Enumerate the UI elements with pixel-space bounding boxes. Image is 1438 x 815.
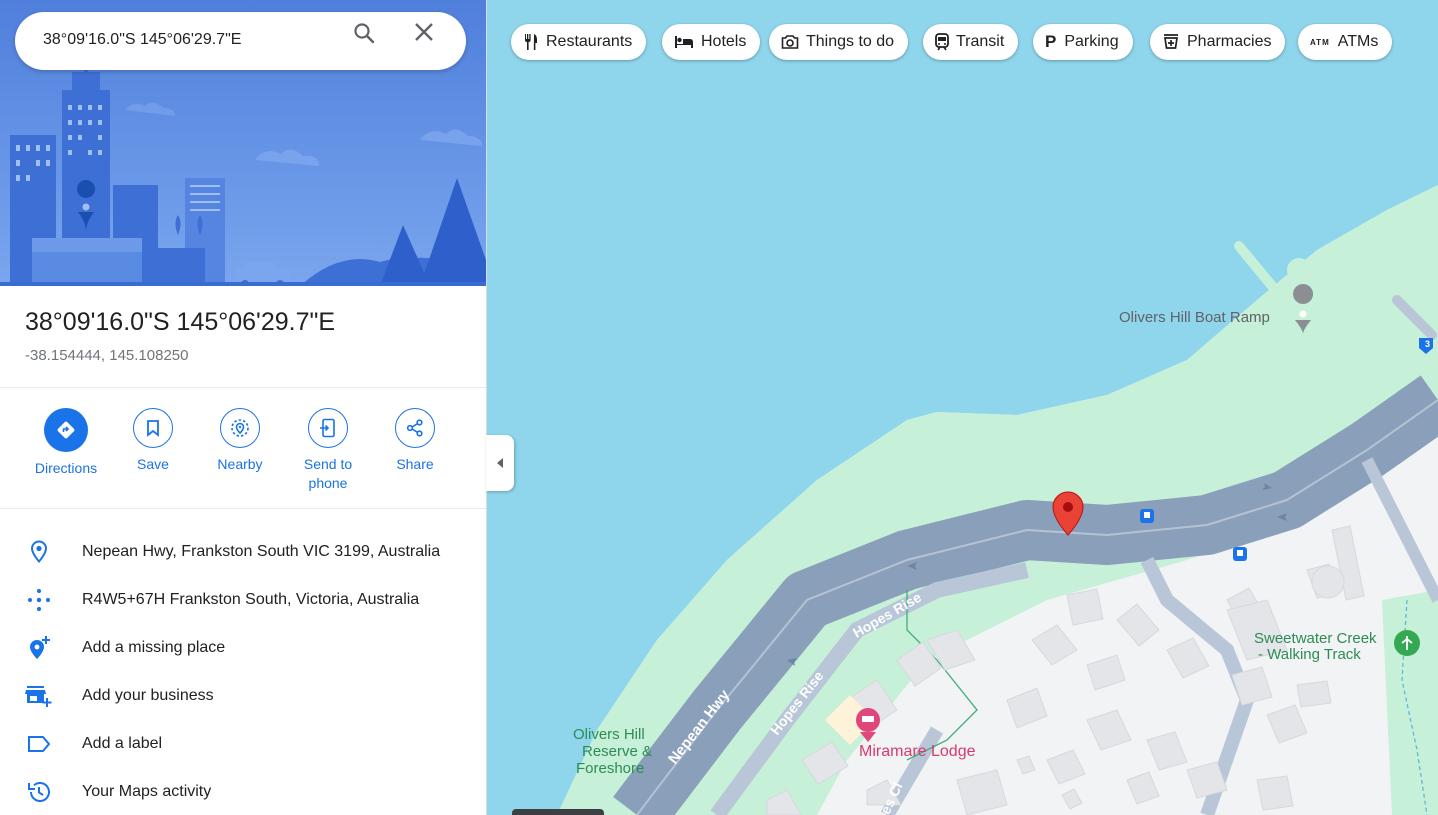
side-panel: 38°09'16.0"S 145°06'29.7"E -38.154444, 1… [0,0,487,815]
search-button[interactable] [352,21,392,61]
chip-pharmacies-label: Pharmacies [1187,33,1272,50]
directions-button[interactable]: Directions [22,408,110,478]
send-to-phone-button[interactable]: Send to phone [284,408,372,493]
add-business-text: Add your business [82,687,214,704]
chip-parking[interactable]: P Parking [1033,24,1133,60]
search-icon [354,23,375,44]
plus-code-text: R4W5+67H Frankston South, Victoria, Aust… [82,591,420,608]
directions-icon [44,408,88,452]
page-title: 38°09'16.0"S 145°06'29.7"E [25,308,336,336]
send-to-phone-label: Send to phone [303,456,353,491]
maps-activity-text: Your Maps activity [82,783,212,800]
transit-icon [935,33,949,51]
lodge-label[interactable]: Miramare Lodge [859,743,976,761]
close-icon [415,23,433,41]
add-label-text: Add a label [82,735,163,752]
plus-code-row[interactable]: R4W5+67H Frankston South, Victoria, Aust… [0,576,486,624]
reserve-label-line3[interactable]: Foreshore [576,760,644,777]
address-text: Nepean Hwy, Frankston South VIC 3199, Au… [82,543,441,560]
chip-transit-label: Transit [956,33,1005,50]
map-canvas[interactable]: Olivers Hill Boat Ramp Sweetwater Creek … [487,0,1438,815]
hero-illustration [0,0,486,286]
walking-track-label-line1[interactable]: Sweetwater Creek [1254,630,1377,647]
nearby-label: Nearby [217,456,263,472]
action-bar: Directions Save Nearby Send to phone Sha… [0,388,486,509]
chip-pharmacies[interactable]: Pharmacies [1150,24,1286,60]
reserve-label-line1[interactable]: Olivers Hill [573,726,645,743]
clear-search-button[interactable] [413,21,453,61]
chip-things-to-do[interactable]: Things to do [769,24,909,60]
history-icon [25,778,53,806]
send-to-phone-icon [308,408,348,448]
chip-restaurants-label: Restaurants [546,33,633,50]
add-place-icon [25,634,53,662]
nearby-icon [220,408,260,448]
share-icon [395,408,435,448]
maps-activity-row[interactable]: Your Maps activity [0,768,486,815]
add-missing-place-row[interactable]: Add a missing place [0,624,486,672]
chip-hotels-label: Hotels [701,33,747,50]
chip-restaurants[interactable]: Restaurants [511,24,647,60]
parking-icon: P [1045,32,1057,51]
place-header: 38°09'16.0"S 145°06'29.7"E -38.154444, 1… [0,286,486,388]
label-icon [25,730,53,758]
collapse-panel-button[interactable] [486,435,514,491]
chip-hotels[interactable]: Hotels [662,24,761,60]
chip-parking-label: Parking [1064,33,1119,50]
boat-ramp-label[interactable]: Olivers Hill Boat Ramp [1119,309,1270,326]
add-label-row[interactable]: Add a label [0,720,486,768]
route-shield-label: 3 [1425,339,1431,349]
share-label: Share [396,456,434,472]
directions-label: Directions [34,460,98,476]
save-button[interactable]: Save [109,408,197,474]
map-graphics [487,0,1438,815]
chip-atms[interactable]: ATM ATMs [1298,24,1393,60]
chip-things-to-do-label: Things to do [806,33,895,50]
reserve-label-line2[interactable]: Reserve & [582,743,652,760]
search-input[interactable] [43,27,343,53]
atm-icon: ATM [1310,37,1330,47]
chip-transit[interactable]: Transit [923,24,1019,60]
restaurant-icon [525,34,537,50]
address-row[interactable]: Nepean Hwy, Frankston South VIC 3199, Au… [0,528,486,576]
location-pin-icon [25,538,53,566]
nearby-button[interactable]: Nearby [196,408,284,474]
pharmacy-icon [1164,34,1178,49]
plus-code-icon [25,586,53,614]
search-box [15,12,466,70]
walking-track-label-line2[interactable]: - Walking Track [1258,646,1361,663]
save-label: Save [137,456,169,472]
decimal-coordinates: -38.154444, 145.108250 [25,347,189,364]
share-button[interactable]: Share [371,408,459,474]
bookmark-icon [133,408,173,448]
add-business-row[interactable]: Add your business [0,672,486,720]
hotel-icon [675,36,693,48]
caret-left-icon [497,458,503,468]
chip-atms-label: ATMs [1337,33,1379,50]
camera-icon [781,35,799,49]
add-missing-place-text: Add a missing place [82,639,226,656]
add-business-icon [25,682,53,710]
